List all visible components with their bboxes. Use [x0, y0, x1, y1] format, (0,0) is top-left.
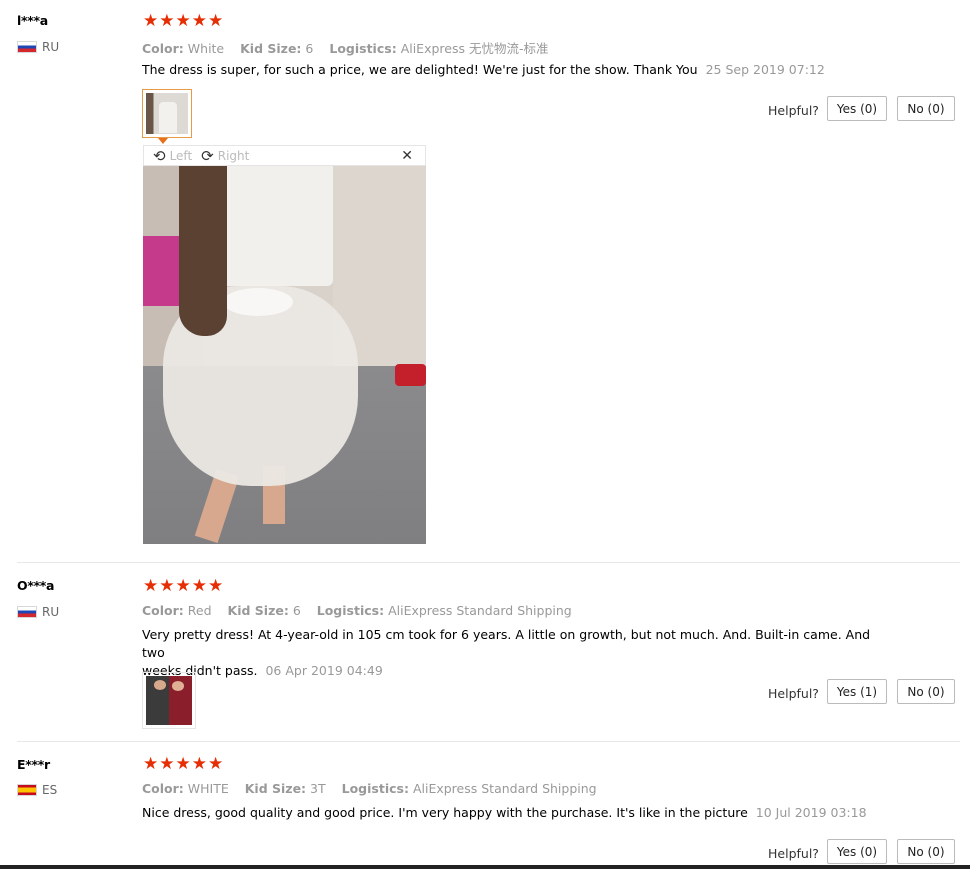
logistics-label: Logistics:: [341, 781, 409, 796]
color-value: Red: [187, 603, 212, 618]
review-text: Very pretty dress! At 4-year-old in 105 …: [142, 626, 877, 680]
review-body-line1: Very pretty dress! At 4-year-old in 105 …: [142, 627, 871, 660]
logistics-value: AliExpress Standard Shipping: [388, 603, 572, 618]
helpful-yes-button[interactable]: Yes (0): [827, 839, 887, 864]
logistics-value: AliExpress 无忧物流-标准: [400, 41, 549, 56]
size-value: 3T: [310, 781, 326, 796]
star-icon: ★: [175, 754, 191, 774]
size-label: Kid Size:: [240, 41, 302, 56]
rotate-right-icon: ⟳: [201, 146, 214, 165]
review-body: The dress is super, for such a price, we…: [142, 62, 698, 77]
star-icon: ★: [143, 11, 159, 31]
country-code: RU: [42, 605, 60, 619]
active-thumbnail-indicator: [158, 138, 168, 144]
size-label: Kid Size:: [244, 781, 307, 796]
star-icon: ★: [175, 576, 191, 596]
color-label: Color:: [142, 41, 184, 56]
order-attributes: Color: Red Kid Size: 6 Logistics: AliExp…: [142, 603, 572, 618]
star-rating: ★ ★ ★ ★ ★: [143, 13, 223, 30]
logistics-label: Logistics:: [316, 603, 385, 618]
reviewer-country: RU: [17, 40, 59, 54]
order-attributes: Color: White Kid Size: 6 Logistics: AliE…: [142, 38, 548, 57]
review-divider: [17, 741, 960, 742]
helpful-label: Helpful?: [768, 103, 819, 118]
star-icon: ★: [191, 576, 207, 596]
review-photo-thumbnail[interactable]: [142, 672, 196, 729]
review-date: 10 Jul 2019 03:18: [755, 805, 867, 820]
reviewer-country: ES: [17, 783, 57, 797]
color-label: Color:: [142, 603, 184, 618]
reviewer-country: RU: [17, 605, 59, 619]
reviewer-name: l***a: [17, 13, 48, 28]
review-date: 25 Sep 2019 07:12: [705, 62, 825, 77]
review-photo-thumbnail[interactable]: [142, 89, 192, 138]
color-value: White: [187, 41, 225, 56]
country-code: RU: [42, 40, 60, 54]
logistics-label: Logistics:: [329, 41, 397, 56]
star-icon: ★: [143, 754, 159, 774]
rotate-left-label: Left: [169, 148, 193, 163]
logistics-value: AliExpress Standard Shipping: [412, 781, 597, 796]
helpful-yes-button[interactable]: Yes (0): [827, 96, 887, 121]
helpful-no-button[interactable]: No (0): [897, 679, 955, 704]
size-value: 6: [292, 603, 301, 618]
review-body: Nice dress, good quality and good price.…: [142, 805, 748, 820]
helpful-yes-button[interactable]: Yes (1): [827, 679, 887, 704]
image-viewer-toolbar: ⟲ Left ⟳ Right ✕: [143, 145, 426, 166]
star-icon: ★: [159, 11, 175, 31]
page-bottom-border: [0, 865, 970, 869]
helpful-no-button[interactable]: No (0): [897, 96, 955, 121]
review-divider: [17, 562, 960, 563]
rotate-left-button[interactable]: ⟲ Left: [153, 147, 192, 165]
country-code: ES: [42, 783, 58, 797]
order-attributes: Color: WHITE Kid Size: 3T Logistics: Ali…: [142, 781, 597, 796]
size-value: 6: [305, 41, 314, 56]
star-icon: ★: [208, 576, 224, 596]
star-icon: ★: [208, 754, 224, 774]
star-icon: ★: [143, 576, 159, 596]
enlarged-review-photo: [143, 166, 426, 544]
color-label: Color:: [142, 781, 184, 796]
review-text: Nice dress, good quality and good price.…: [142, 804, 877, 822]
reviewer-name: O***a: [17, 578, 55, 593]
star-icon: ★: [175, 11, 191, 31]
review-text: The dress is super, for such a price, we…: [142, 61, 877, 79]
russia-flag-icon: [17, 41, 37, 53]
star-icon: ★: [159, 576, 175, 596]
helpful-no-button[interactable]: No (0): [897, 839, 955, 864]
size-label: Kid Size:: [227, 603, 289, 618]
rotate-right-button[interactable]: ⟳ Right: [201, 147, 249, 165]
rotate-left-icon: ⟲: [153, 146, 166, 165]
star-rating: ★ ★ ★ ★ ★: [143, 578, 223, 595]
star-icon: ★: [159, 754, 175, 774]
helpful-label: Helpful?: [768, 846, 819, 861]
star-icon: ★: [191, 11, 207, 31]
rotate-right-label: Right: [217, 148, 250, 163]
star-rating: ★ ★ ★ ★ ★: [143, 756, 223, 773]
customer-photo-thumb: [146, 676, 192, 725]
reviewer-name: E***r: [17, 757, 50, 772]
russia-flag-icon: [17, 606, 37, 618]
helpful-label: Helpful?: [768, 686, 819, 701]
review-date: 06 Apr 2019 04:49: [265, 663, 383, 678]
star-icon: ★: [208, 11, 224, 31]
star-icon: ★: [191, 754, 207, 774]
color-value: WHITE: [187, 781, 229, 796]
close-icon[interactable]: ✕: [401, 148, 413, 164]
spain-flag-icon: [17, 784, 37, 796]
dress-photo-thumb: [146, 93, 188, 134]
